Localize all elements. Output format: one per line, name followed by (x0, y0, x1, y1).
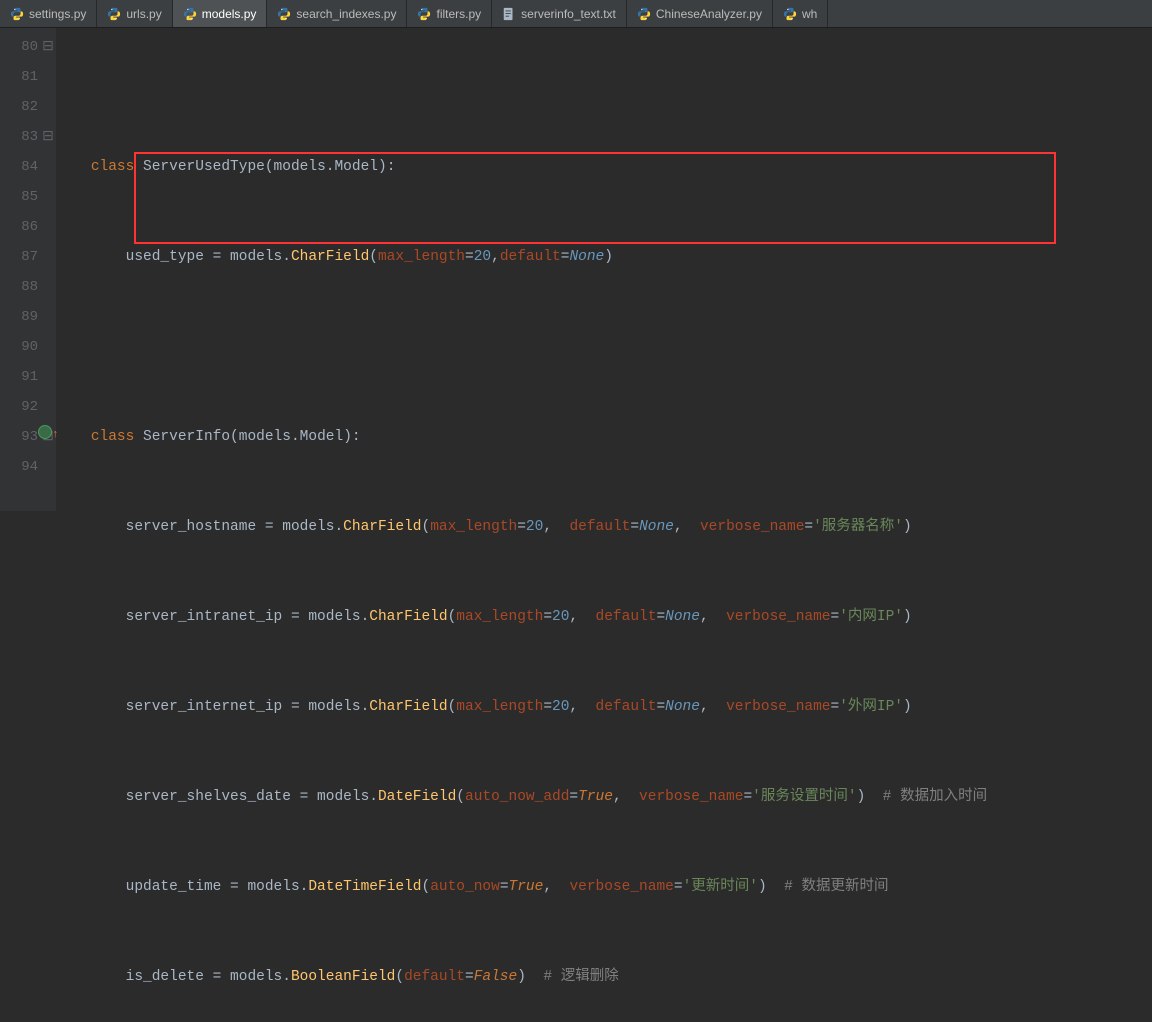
tab-label: serverinfo_text.txt (521, 7, 616, 21)
tab-serverinfo-text[interactable]: serverinfo_text.txt (492, 0, 627, 27)
fold-column: ⊟ ⊟ ⊟ (42, 32, 54, 482)
code-line[interactable]: server_internet_ip = models.CharField(ma… (56, 692, 1152, 722)
tab-urls[interactable]: urls.py (97, 0, 172, 27)
code-line[interactable]: server_hostname = models.CharField(max_l… (56, 512, 1152, 542)
tab-chinese-analyzer[interactable]: ChineseAnalyzer.py (627, 0, 773, 27)
code-editor[interactable]: 808182838485868788899091929394 ⊟ ⊟ ⊟ ↑ c… (0, 28, 1152, 511)
python-icon (183, 7, 197, 21)
tab-wh[interactable]: wh (773, 0, 828, 27)
tab-search-indexes[interactable]: search_indexes.py (267, 0, 407, 27)
code-area[interactable]: class ServerUsedType(models.Model): used… (56, 28, 1152, 511)
text-file-icon (502, 7, 516, 21)
fold-toggle[interactable]: ⊟ (42, 122, 54, 152)
python-icon (783, 7, 797, 21)
tab-label: urls.py (126, 7, 161, 21)
code-line[interactable]: used_type = models.CharField(max_length=… (56, 242, 1152, 272)
code-line[interactable]: is_delete = models.BooleanField(default=… (56, 962, 1152, 992)
code-line[interactable] (56, 332, 1152, 362)
editor-tabs: settings.py urls.py models.py search_ind… (0, 0, 1152, 28)
tab-label: settings.py (29, 7, 86, 21)
tab-settings[interactable]: settings.py (0, 0, 97, 27)
code-line[interactable]: class ServerInfo(models.Model): (56, 422, 1152, 452)
run-gutter-icon[interactable] (38, 425, 52, 439)
code-line[interactable]: server_intranet_ip = models.CharField(ma… (56, 602, 1152, 632)
python-icon (637, 7, 651, 21)
tab-label: search_indexes.py (296, 7, 396, 21)
code-line[interactable]: server_shelves_date = models.DateField(a… (56, 782, 1152, 812)
code-line[interactable]: class ServerUsedType(models.Model): (56, 152, 1152, 182)
python-icon (277, 7, 291, 21)
tab-label: ChineseAnalyzer.py (656, 7, 762, 21)
code-line[interactable]: update_time = models.DateTimeField(auto_… (56, 872, 1152, 902)
tab-label: filters.py (436, 7, 481, 21)
python-icon (107, 7, 121, 21)
tab-label: wh (802, 7, 817, 21)
python-icon (10, 7, 24, 21)
tab-models[interactable]: models.py (173, 0, 268, 27)
gutter: 808182838485868788899091929394 ⊟ ⊟ ⊟ ↑ (0, 28, 56, 511)
python-icon (417, 7, 431, 21)
tab-label: models.py (202, 7, 257, 21)
fold-toggle[interactable]: ⊟ (42, 32, 54, 62)
tab-filters[interactable]: filters.py (407, 0, 492, 27)
